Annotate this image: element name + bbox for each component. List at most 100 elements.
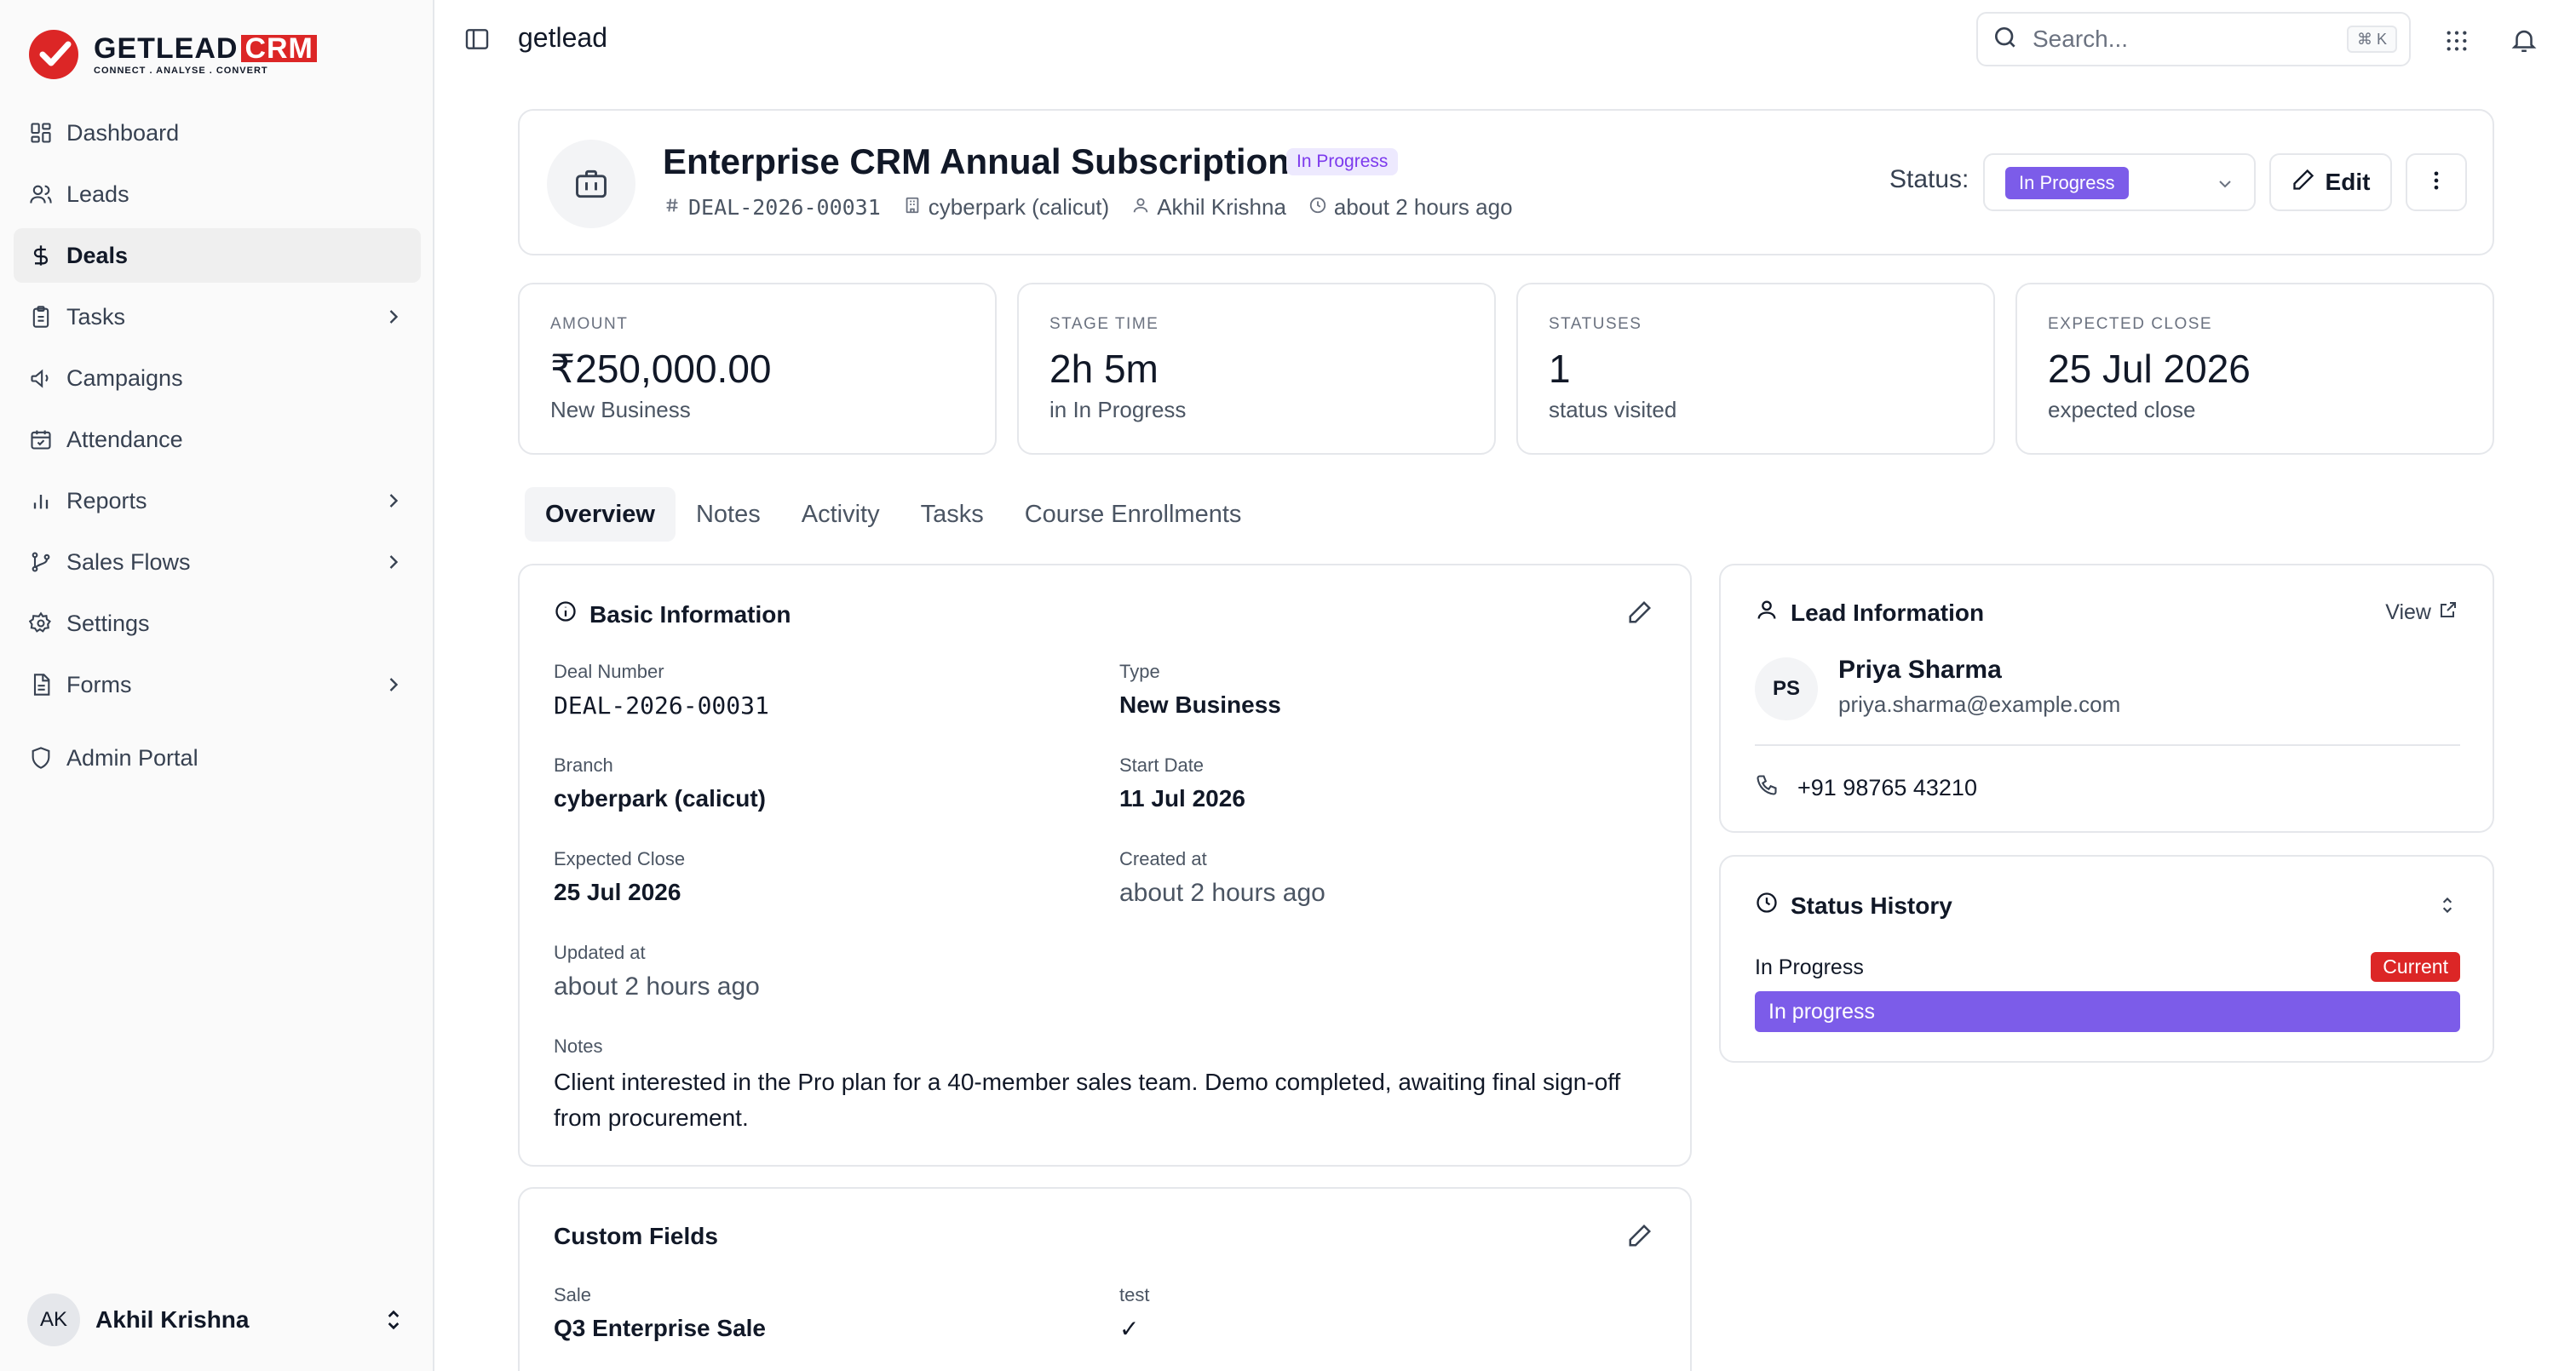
stat-subtext: New Business: [550, 397, 691, 422]
dollar-icon: [27, 242, 55, 269]
section-title: Lead Information: [1791, 599, 1985, 626]
sidebar-item-leads[interactable]: Leads: [14, 167, 421, 221]
pencil-icon: [2291, 168, 2326, 198]
tab-activity[interactable]: Activity: [781, 487, 900, 542]
logo-crm-badge: CRM: [241, 34, 317, 63]
section-header: Status History: [1755, 891, 1952, 921]
stat-subtext: status visited: [1549, 397, 1677, 422]
view-lead-link[interactable]: View: [2385, 599, 2458, 626]
deal-owner: Akhil Krishna: [1157, 194, 1286, 220]
external-link-icon: [2431, 599, 2458, 626]
stat-value: 2h 5m: [1049, 347, 1159, 391]
sidebar-item-label: Tasks: [66, 303, 126, 330]
sidebar-item-reports[interactable]: Reports: [14, 473, 421, 528]
section-header: Custom Fields: [554, 1223, 718, 1250]
custom-fields-card: Custom Fields Sale Q3 Enterprise Sale te…: [518, 1187, 1692, 1371]
avatar: AK: [27, 1294, 80, 1346]
sidebar-item-tasks[interactable]: Tasks: [14, 290, 421, 344]
stat-subtext: expected close: [2048, 397, 2196, 422]
field-value: New Business: [1119, 691, 1281, 718]
sidebar-item-label: Leads: [66, 181, 129, 207]
field-type: Type New Business: [1119, 661, 1281, 719]
field-created-at: Created at about 2 hours ago: [1119, 848, 1325, 908]
search-input[interactable]: Search... ⌘ K: [1976, 12, 2411, 66]
basic-information-card: Basic Information Deal Number DEAL-2026-…: [518, 564, 1692, 1167]
app-logo[interactable]: GETLEAD CRM CONNECT . ANALYSE . CONVERT: [29, 27, 317, 82]
sidebar-item-sales-flows[interactable]: Sales Flows: [14, 535, 421, 589]
workspace-title: getlead: [518, 22, 607, 53]
section-header: Basic Information: [554, 599, 791, 629]
sidebar-item-label: Forms: [66, 671, 132, 697]
chevron-right-icon: [382, 673, 405, 703]
tab-overview[interactable]: Overview: [525, 487, 676, 542]
sidebar-item-deals[interactable]: Deals: [14, 228, 421, 283]
edit-button[interactable]: Edit: [2269, 153, 2392, 211]
field-label: Deal Number: [554, 661, 664, 682]
chevron-right-icon: [382, 489, 405, 519]
file-text-icon: [27, 671, 55, 698]
sidebar-toggle-icon[interactable]: [463, 26, 491, 57]
field-value: Client interested in the Pro plan for a …: [554, 1069, 1621, 1131]
chevron-right-icon: [382, 550, 405, 580]
history-status: In Progress: [1755, 955, 1864, 979]
megaphone-icon: [27, 364, 55, 392]
apps-grid-icon[interactable]: [2443, 27, 2470, 59]
status-select-value: In Progress: [2005, 167, 2129, 199]
field-expected-close: Expected Close 25 Jul 2026: [554, 848, 685, 906]
status-select[interactable]: In Progress: [1983, 153, 2256, 211]
sidebar-item-settings[interactable]: Settings: [14, 596, 421, 651]
sidebar-item-campaigns[interactable]: Campaigns: [14, 351, 421, 405]
chevrons-up-down-icon[interactable]: [2436, 894, 2458, 921]
shield-icon: [27, 744, 55, 772]
stat-card-expected-close: EXPECTED CLOSE 25 Jul 2026 expected clos…: [2015, 283, 2494, 455]
lead-information-card: Lead Information View PS Priya Sharma pr…: [1719, 564, 2494, 833]
section-header: Lead Information: [1755, 598, 1984, 628]
building-icon: [903, 194, 929, 221]
sidebar-item-label: Dashboard: [66, 119, 180, 146]
edit-pencil-icon[interactable]: [1627, 599, 1653, 629]
chevrons-up-down-icon: [380, 1306, 407, 1338]
check-icon: ✓: [1119, 1316, 1140, 1342]
lead-email: priya.sharma@example.com: [1838, 691, 2121, 717]
deal-meta: DEAL-2026-00031 cyberpark (calicut) Akhi…: [663, 194, 1535, 221]
avatar: PS: [1755, 657, 1818, 720]
field-sale: Sale Q3 Enterprise Sale: [554, 1284, 766, 1342]
view-link-label: View: [2385, 600, 2431, 624]
lead-phone[interactable]: +91 98765 43210: [1755, 773, 1977, 803]
sidebar-item-label: Sales Flows: [66, 548, 191, 575]
users-icon: [27, 181, 55, 208]
sidebar-item-admin-portal[interactable]: Admin Portal: [14, 731, 421, 785]
field-notes: Notes Client interested in the Pro plan …: [554, 1035, 1661, 1136]
sidebar-item-forms[interactable]: Forms: [14, 657, 421, 712]
hash-icon: [663, 194, 688, 221]
stat-value: 25 Jul 2026: [2048, 347, 2251, 391]
top-bar: getlead Search... ⌘ K: [436, 0, 2576, 82]
history-status-bar: In progress: [1755, 991, 2460, 1032]
deal-header-card: Enterprise CRM Annual Subscription In Pr…: [518, 109, 2494, 255]
search-placeholder: Search...: [2033, 26, 2129, 52]
tab-course-enrollments[interactable]: Course Enrollments: [1004, 487, 1262, 542]
tab-notes[interactable]: Notes: [676, 487, 781, 542]
tab-tasks[interactable]: Tasks: [900, 487, 1004, 542]
field-label: Sale: [554, 1284, 592, 1305]
edit-pencil-icon[interactable]: [1627, 1223, 1653, 1253]
sidebar-item-dashboard[interactable]: Dashboard: [14, 106, 421, 160]
stat-card-statuses: STATUSES 1 status visited: [1516, 283, 1995, 455]
dashboard-icon: [27, 119, 55, 146]
field-deal-number: Deal Number DEAL-2026-00031: [554, 661, 769, 720]
stat-value: 1: [1549, 347, 1571, 391]
bar-chart-icon: [27, 487, 55, 514]
deal-tabs: Overview Notes Activity Tasks Course Enr…: [525, 487, 1262, 542]
field-label: Notes: [554, 1035, 603, 1057]
sidebar: GETLEAD CRM CONNECT . ANALYSE . CONVERT …: [0, 0, 434, 1371]
user-menu[interactable]: AK Akhil Krishna: [27, 1293, 407, 1347]
field-label: Start Date: [1119, 754, 1205, 776]
field-label: Updated at: [554, 942, 646, 963]
field-updated-at: Updated at about 2 hours ago: [554, 942, 760, 1001]
history-row: In Progress Current: [1755, 952, 2460, 983]
bell-icon[interactable]: [2510, 26, 2539, 59]
logo-tagline: CONNECT . ANALYSE . CONVERT: [94, 66, 268, 76]
more-options-button[interactable]: [2406, 153, 2467, 211]
sidebar-item-attendance[interactable]: Attendance: [14, 412, 421, 467]
sidebar-item-label: Attendance: [66, 426, 183, 452]
